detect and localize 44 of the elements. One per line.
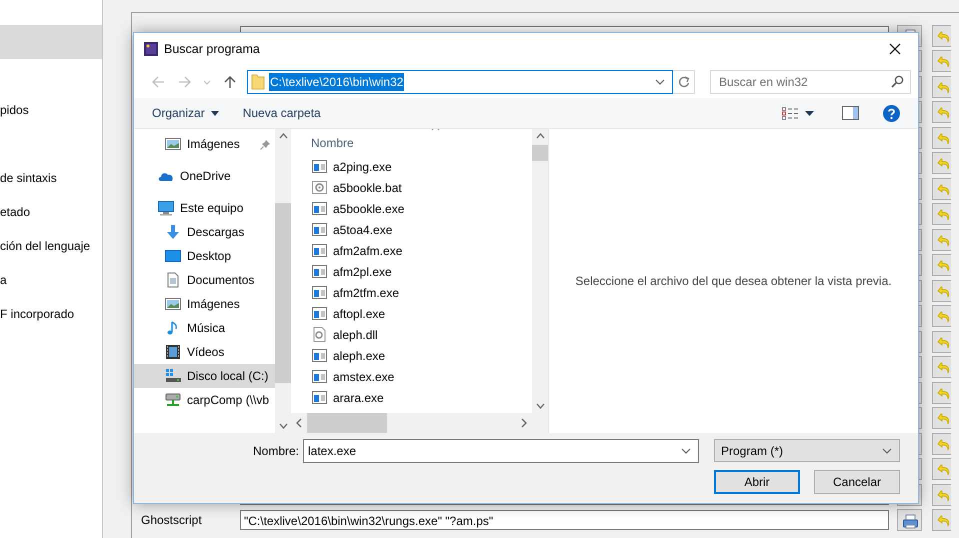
search-field[interactable]: Buscar en win32 [710, 70, 911, 94]
nav-item[interactable]: Este equipo [134, 196, 275, 220]
dialog-title: Buscar programa [164, 40, 260, 58]
address-bar[interactable]: C:\texlive\2016\bin\win32 [247, 70, 673, 94]
file-item[interactable]: aleph.exe [291, 345, 532, 366]
preview-message: Seleccione el archivo del que desea obtener la vista previa. [575, 273, 892, 290]
file-item[interactable]: amstex.exe [291, 366, 532, 387]
sidebar-item[interactable]: de sintaxis [0, 169, 57, 187]
sidebar-item[interactable]: etado [0, 203, 30, 221]
sidebar-item[interactable]: a [0, 271, 7, 289]
nav-item[interactable]: Imágenes [134, 132, 275, 156]
file-item[interactable]: aftopl.exe [291, 303, 532, 324]
field-label: Ghostscript [140, 512, 203, 530]
file-item[interactable]: arara.exe [291, 387, 532, 408]
file-item[interactable]: a5bookle.bat [291, 177, 532, 198]
path-field[interactable]: "C:\texlive\2016\bin\win32\rungs.exe" "?am.ps" [240, 510, 889, 530]
file-item[interactable]: afm2tfm.exe [291, 282, 532, 303]
file-item[interactable]: a5bookle.exe [291, 198, 532, 219]
sidebar-item[interactable]: F incorporado [0, 305, 74, 323]
nav-item[interactable]: Desktop [134, 244, 275, 268]
nav-item[interactable]: Disco local (C:) [134, 364, 275, 388]
nav-item[interactable]: OneDrive [134, 164, 275, 188]
new-folder-button[interactable]: Nueva carpeta [234, 101, 329, 125]
column-header[interactable]: Nombre [311, 134, 354, 152]
file-item[interactable]: a5toa4.exe [291, 219, 532, 240]
file-item[interactable]: afm2afm.exe [291, 240, 532, 261]
dialog-button[interactable]: Abrir [714, 470, 800, 494]
file-item[interactable]: afm2pl.exe [291, 261, 532, 282]
sidebar-item[interactable]: pidos [0, 101, 29, 119]
file-item[interactable]: a2ping.exe [291, 156, 532, 177]
filename-field[interactable]: latex.exe [303, 439, 699, 463]
nav-item[interactable]: Música [134, 316, 275, 340]
nav-item[interactable]: Imágenes [134, 292, 275, 316]
nav-item[interactable]: Descargas [134, 220, 275, 244]
organize-menu-button[interactable]: Organizar [144, 101, 227, 125]
sidebar-item[interactable]: ción del lenguaje [0, 237, 90, 255]
nav-item[interactable]: Documentos [134, 268, 275, 292]
file-type-dropdown[interactable]: Program (*) [714, 439, 900, 462]
filename-label: Nombre: [252, 443, 299, 460]
address-path[interactable]: C:\texlive\2016\bin\win32 [269, 72, 404, 90]
nav-item[interactable]: carpComp (\\vb [134, 388, 275, 412]
file-item[interactable]: aleph.dll [291, 324, 532, 345]
nav-item[interactable]: Vídeos [134, 340, 275, 364]
dialog-button[interactable]: Cancelar [814, 470, 900, 494]
